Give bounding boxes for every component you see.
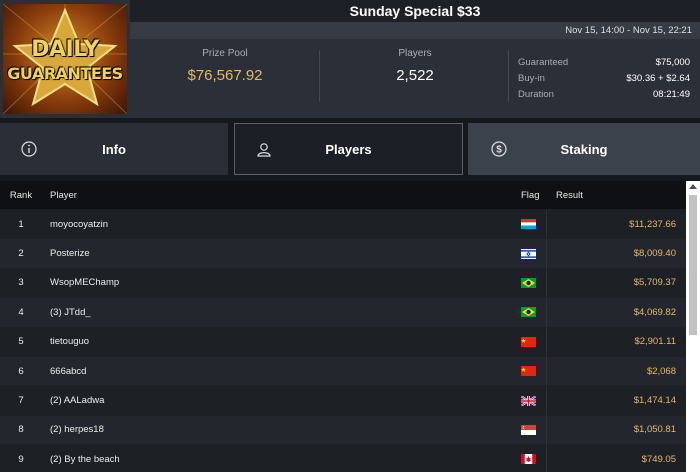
luxembourg-flag-icon [521,219,536,230]
row-result: $1,050.81 [633,424,676,436]
table-row[interactable]: 2 Posterize $8,009.40 [0,238,686,268]
row-rank: 7 [18,395,24,407]
duration-value: 08:21:49 [653,89,690,100]
table-row[interactable]: 3 WsopMEChamp $5,709.37 [0,267,686,298]
row-flag-cell [512,356,547,386]
row-player[interactable]: Posterize [42,248,512,259]
tab-bar: Info Players $ Staking [0,123,700,175]
tournament-details: Guaranteed $75,000 Buy-in $30.36 + $2.64 D… [518,55,690,103]
column-rank[interactable]: Rank [0,190,42,201]
tournament-dates: Nov 15, 14:00 - Nov 15, 22:21 [130,22,700,39]
tournament-header: DAILY GUARANTEES Sunday Special $33 Nov … [0,0,700,118]
user-icon [257,143,271,157]
row-rank: 5 [18,336,24,348]
row-flag-cell [512,239,547,268]
prize-pool-label: Prize Pool [202,48,248,59]
divider [508,50,509,102]
guaranteed-value: $75,000 [655,57,690,68]
row-result: $4,069.82 [633,306,676,318]
svg-text:$: $ [496,145,502,156]
row-player[interactable]: (2) By the beach [42,454,512,465]
prize-pool: Prize Pool $76,567.92 [150,48,300,84]
table-header: Rank Player Flag Result [0,181,686,209]
scrollbar[interactable] [686,181,700,472]
guaranteed-label: Guaranteed [518,57,569,68]
row-flag-cell [512,386,547,415]
scrollbar-thumb[interactable] [689,195,697,335]
row-flag-cell [512,415,547,445]
row-flag-cell [512,298,547,327]
buyin-label: Buy-in [518,73,545,84]
table-row[interactable]: 9 (2) By the beach $749.05 [0,444,686,472]
row-player[interactable]: WsopMEChamp [42,277,512,288]
tab-info-label: Info [102,141,126,157]
row-player[interactable]: (3) JTdd_ [42,307,512,318]
united-kingdom-flag-icon [521,395,536,406]
table-body: 1 moyocoyatzin $11,237.66 2 Posterize $8,009.… [0,209,686,472]
duration-label: Duration [518,89,554,100]
buyin-value: $30.36 + $2.64 [626,73,690,84]
table-row[interactable]: 8 (2) herpes18 $1,050.81 [0,414,686,445]
info-icon [21,141,37,157]
brazil-flag-icon [521,307,536,318]
prize-pool-value: $76,567.92 [187,67,263,84]
row-rank: 3 [18,277,24,289]
table-row[interactable]: 1 moyocoyatzin $11,237.66 [0,209,686,239]
column-flag[interactable]: Flag [512,181,547,209]
row-result: $749.05 [641,453,676,465]
tab-players[interactable]: Players [234,123,463,175]
china-flag-icon [521,366,536,377]
players-count: Players 2,522 [340,48,490,84]
tournament-title: Sunday Special $33 [130,0,700,22]
row-rank: 9 [18,453,24,465]
dollar-circle-icon: $ [491,141,507,157]
canada-flag-icon [521,454,536,465]
players-value: 2,522 [396,67,434,84]
israel-flag-icon [521,248,536,259]
row-player[interactable]: (2) herpes18 [42,424,512,435]
column-result[interactable]: Result [547,190,686,201]
row-result: $1,474.14 [633,395,676,407]
row-flag-cell [512,445,547,472]
tab-staking-label: Staking [560,141,608,157]
tab-staking[interactable]: $ Staking [468,123,700,175]
row-result: $2,901.11 [634,336,676,348]
row-rank: 8 [18,424,24,436]
column-player[interactable]: Player [42,190,512,201]
row-player[interactable]: 666abcd [42,366,512,377]
row-player[interactable]: tietouguo [42,336,512,347]
row-result: $11,237.66 [629,218,676,230]
row-rank: 6 [18,365,24,377]
china-flag-icon [521,336,536,347]
table-row[interactable]: 4 (3) JTdd_ $4,069.82 [0,297,686,327]
table-row[interactable]: 7 (2) AALadwa $1,474.14 [0,385,686,415]
table-row[interactable]: 5 tietouguo $2,901.11 [0,326,686,356]
divider [319,50,320,102]
singapore-flag-icon [521,424,536,435]
row-result: $2,068 [646,365,676,377]
scroll-up-icon[interactable] [686,181,700,193]
table-row[interactable]: 6 666abcd $2,068 [0,355,686,386]
players-table: Rank Player Flag Result 1 moyocoyatzin $11… [0,181,686,472]
row-player[interactable]: (2) AALadwa [42,395,512,406]
row-rank: 4 [18,306,24,318]
tab-players-label: Players [325,141,372,157]
row-player[interactable]: moyocoyatzin [42,219,512,230]
row-flag-cell [512,210,547,239]
brazil-flag-icon [521,277,536,288]
daily-guarantees-logo: DAILY GUARANTEES [3,4,127,114]
row-rank: 1 [18,218,24,230]
tab-info[interactable]: Info [0,123,228,175]
row-flag-cell [512,268,547,298]
players-label: Players [398,48,432,59]
row-result: $5,709.37 [633,277,676,289]
row-rank: 2 [18,248,24,260]
row-flag-cell [512,327,547,356]
row-result: $8,009.40 [633,248,676,260]
